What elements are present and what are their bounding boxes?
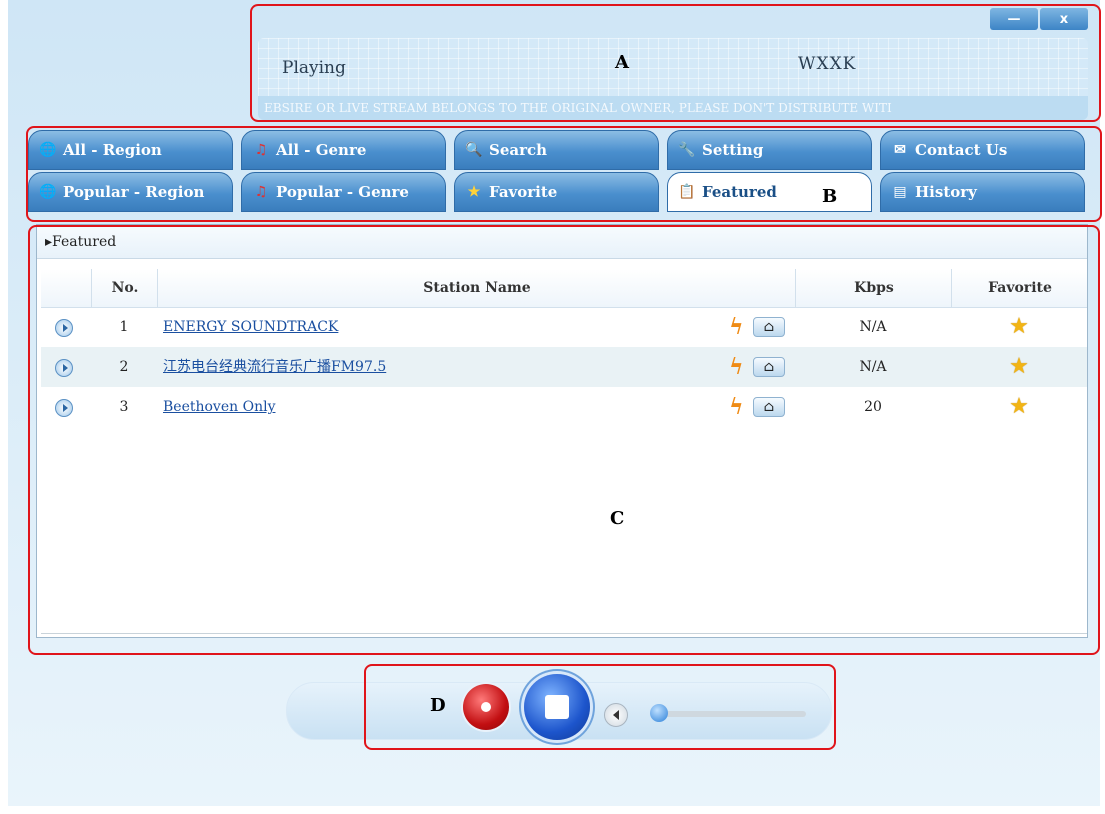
envelope-icon: ✉ [894, 142, 906, 158]
favorite-star-icon[interactable]: ★ [951, 387, 1087, 427]
volume-slider-thumb[interactable] [650, 704, 668, 722]
row-number: 3 [119, 399, 129, 415]
app-window: — x Playing WXXK EBSIRE OR LIVE STREAM B… [8, 0, 1100, 806]
star-icon: ★ [467, 184, 481, 200]
home-icon[interactable]: ⌂ [753, 357, 785, 377]
tab-label: Setting [702, 141, 764, 159]
lightning-icon[interactable]: ϟ [729, 387, 744, 427]
col-favorite[interactable]: Favorite [951, 269, 1088, 307]
annotation-label-c: C [610, 508, 625, 529]
tab-label: Favorite [489, 183, 558, 201]
now-playing-display: Playing WXXK EBSIRE OR LIVE STREAM BELON… [258, 38, 1088, 120]
table-header: No. Station Name Kbps Favorite [41, 269, 1087, 308]
close-button[interactable]: x [1040, 8, 1088, 30]
row-number: 1 [119, 319, 129, 335]
tab-label: Search [489, 141, 548, 159]
tab-all-genre[interactable]: ♫ All - Genre [241, 130, 446, 170]
tab-featured[interactable]: 📋 Featured [667, 172, 872, 212]
globe-icon: 🌐 [39, 142, 57, 158]
lightning-icon[interactable]: ϟ [729, 307, 744, 347]
featured-icon: 📋 [678, 184, 696, 200]
kbps-value: N/A [859, 359, 887, 375]
window-controls: — x [990, 8, 1088, 30]
stop-button[interactable] [524, 674, 590, 740]
col-no[interactable]: No. [91, 269, 158, 307]
list-bottom-divider [41, 633, 1087, 634]
kbps-value: 20 [864, 399, 882, 415]
tab-label: History [915, 183, 977, 201]
tab-label: Popular - Genre [276, 183, 409, 201]
current-station: WXXK [798, 54, 857, 74]
station-link[interactable]: 江苏电台经典流行音乐广播FM97.5 [163, 347, 386, 387]
tab-history[interactable]: ▤ History [880, 172, 1085, 212]
favorite-star-icon[interactable]: ★ [951, 347, 1087, 387]
station-link[interactable]: ENERGY SOUNDTRACK [163, 307, 338, 347]
row-number: 2 [119, 359, 129, 375]
play-icon[interactable] [55, 319, 73, 337]
tab-label: Featured [702, 183, 777, 201]
history-icon: ▤ [893, 184, 907, 200]
kbps-value: N/A [859, 319, 887, 335]
breadcrumb: ▸Featured [37, 225, 1087, 259]
favorite-star-icon[interactable]: ★ [951, 307, 1087, 347]
home-icon[interactable]: ⌂ [753, 397, 785, 417]
col-kbps[interactable]: Kbps [795, 269, 952, 307]
magnifier-icon: 🔍 [465, 142, 483, 158]
speaker-icon[interactable] [604, 703, 628, 727]
tab-setting[interactable]: 🔧 Setting [667, 130, 872, 170]
tab-bar: 🌐 All - Region ♫ All - Genre 🔍 Search 🔧 … [28, 128, 1096, 216]
home-icon[interactable]: ⌂ [753, 317, 785, 337]
table-row: 1 ENERGY SOUNDTRACK ϟ ⌂ N/A ★ [41, 307, 1087, 347]
station-list-panel: ▸Featured No. Station Name Kbps Favorite… [36, 224, 1088, 638]
table-row: 3 Beethoven Only ϟ ⌂ 20 ★ [41, 387, 1087, 427]
record-button[interactable] [463, 684, 509, 730]
scrolling-notice: EBSIRE OR LIVE STREAM BELONGS TO THE ORI… [258, 96, 1088, 120]
table-row: 2 江苏电台经典流行音乐广播FM97.5 ϟ ⌂ N/A ★ [41, 347, 1087, 387]
col-station-name[interactable]: Station Name [157, 269, 796, 307]
tab-label: Contact Us [915, 141, 1008, 159]
tab-popular-genre[interactable]: ♫ Popular - Genre [241, 172, 446, 212]
wrench-icon: 🔧 [678, 142, 696, 158]
globe-star-icon: 🌐 [39, 184, 57, 200]
tab-popular-region[interactable]: 🌐 Popular - Region [28, 172, 233, 212]
tab-all-region[interactable]: 🌐 All - Region [28, 130, 233, 170]
music-star-icon: ♫ [254, 184, 268, 200]
station-link[interactable]: Beethoven Only [163, 387, 275, 427]
tab-label: All - Genre [276, 141, 367, 159]
tab-label: All - Region [63, 141, 162, 159]
annotation-label-d: D [430, 695, 446, 716]
volume-slider[interactable] [656, 711, 806, 717]
col-play [41, 269, 91, 307]
tab-contact-us[interactable]: ✉ Contact Us [880, 130, 1085, 170]
tab-label: Popular - Region [63, 183, 205, 201]
tab-favorite[interactable]: ★ Favorite [454, 172, 659, 212]
play-icon[interactable] [55, 359, 73, 377]
annotation-label-a: A [615, 52, 629, 73]
music-note-icon: ♫ [254, 142, 268, 158]
lightning-icon[interactable]: ϟ [729, 347, 744, 387]
play-icon[interactable] [55, 399, 73, 417]
playing-status: Playing [282, 58, 346, 78]
minimize-button[interactable]: — [990, 8, 1038, 30]
tab-search[interactable]: 🔍 Search [454, 130, 659, 170]
annotation-label-b: B [822, 186, 838, 207]
